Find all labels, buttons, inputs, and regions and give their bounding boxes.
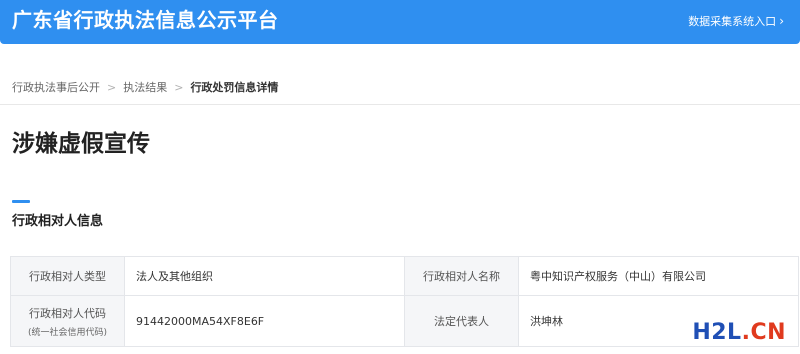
breadcrumb-item-post-enforcement[interactable]: 行政执法事后公开 [12,81,100,94]
page-title: 涉嫌虚假宣传 [12,131,150,157]
legal-representative-label: 法定代表人 [404,295,519,347]
chevron-right-icon: > [107,81,117,94]
section-title: 行政相对人信息 [12,214,104,229]
site-watermark-logo: H2L.CN [692,320,786,346]
chevron-right-icon: › [779,14,784,28]
watermark-part-b: CN [750,320,786,345]
entry-link-label: 数据采集系统入口 [688,15,777,28]
data-collection-entry-link[interactable]: 数据采集系统入口 › [688,13,784,30]
site-title[interactable]: 广东省行政执法信息公示平台 [12,6,279,34]
breadcrumb-divider [0,104,800,105]
breadcrumb: 行政执法事后公开 > 执法结果 > 行政处罚信息详情 [12,80,278,96]
breadcrumb-item-enforcement-results[interactable]: 执法结果 [123,81,167,94]
chevron-right-icon: > [174,81,184,94]
table-row: 行政相对人类型 法人及其他组织 行政相对人名称 粤中知识产权服务（中山）有限公司 [10,256,799,296]
party-name-value: 粤中知识产权服务（中山）有限公司 [518,256,799,296]
party-type-label: 行政相对人类型 [10,256,125,296]
breadcrumb-item-penalty-details: 行政处罚信息详情 [190,81,279,94]
party-type-value: 法人及其他组织 [124,256,405,296]
party-code-label-cell: 行政相对人代码 (统一社会信用代码) [10,295,125,347]
credit-code-sublabel: (统一社会信用代码) [27,327,108,338]
party-name-label: 行政相对人名称 [404,256,519,296]
watermark-part-a: H2L [692,320,742,345]
table-row: 行政相对人代码 (统一社会信用代码) 91442000MA54XF8E6F 法定… [10,295,799,347]
party-code-label: 行政相对人代码 [29,306,106,320]
section-accent-bar [12,200,30,203]
top-header-bar: 广东省行政执法信息公示平台 数据采集系统入口 › [0,0,800,44]
party-code-value: 91442000MA54XF8E6F [124,295,405,347]
party-info-table: 行政相对人类型 法人及其他组织 行政相对人名称 粤中知识产权服务（中山）有限公司… [10,256,799,347]
